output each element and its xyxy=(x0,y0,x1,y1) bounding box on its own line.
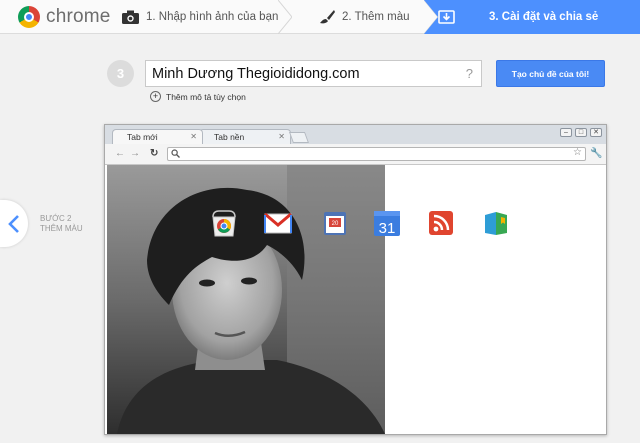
previous-step-label: BƯỚC 2 THÊM MÀU xyxy=(40,214,83,234)
books-icon xyxy=(485,212,507,235)
gmail-icon xyxy=(264,212,292,234)
preview-omnibox: ☆ xyxy=(167,147,586,161)
portrait-photo xyxy=(107,165,385,434)
new-tab-icon xyxy=(288,132,310,143)
install-icon xyxy=(438,10,455,24)
chrome-logo: chrome xyxy=(18,3,111,31)
google-calendar-icon: 31 xyxy=(374,211,400,237)
calendar-day-label: 20 xyxy=(332,221,339,227)
create-theme-button[interactable]: Tạo chủ đề của tôi! xyxy=(496,60,605,87)
chrome-web-store-icon xyxy=(212,210,236,237)
preview-apps-row: 20 31 xyxy=(209,208,509,238)
close-icon: ✕ xyxy=(190,132,197,141)
add-description-link[interactable]: + Thêm mô tả tùy chọn xyxy=(150,91,246,102)
reload-icon: ↻ xyxy=(150,148,159,159)
step-2-label: 2. Thêm màu xyxy=(342,11,410,23)
help-icon[interactable]: ? xyxy=(466,66,473,81)
theme-background-photo xyxy=(107,165,385,434)
plus-icon: + xyxy=(150,91,161,102)
minimize-icon: – xyxy=(560,128,572,137)
theme-name-value: Minh Dương Thegioididong.com xyxy=(152,65,360,82)
calendar-icon: 20 xyxy=(324,212,346,235)
gcal-day-label: 31 xyxy=(379,220,396,237)
theme-preview: Tab nền ✕ Tab mới ✕ – □ ✕ ← → ↻ ☆ 🔧 20 3… xyxy=(104,124,607,435)
star-icon: ☆ xyxy=(573,147,582,158)
preview-tab-label: Tab nền xyxy=(214,132,245,142)
chevron-left-icon xyxy=(8,214,19,233)
add-description-label: Thêm mô tả tùy chọn xyxy=(166,91,246,102)
close-icon: ✕ xyxy=(278,132,285,141)
step-3-label: 3. Cài đặt và chia sẻ xyxy=(489,11,599,23)
previous-step-name: THÊM MÀU xyxy=(40,224,83,233)
step-separator xyxy=(278,0,292,34)
preview-tab-label: Tab mới xyxy=(127,132,158,142)
step-number-badge: 3 xyxy=(107,60,134,87)
preview-tab-active: Tab mới ✕ xyxy=(112,129,203,144)
rss-icon xyxy=(429,211,453,235)
close-window-icon: ✕ xyxy=(590,128,602,137)
step-3-install-share[interactable]: 3. Cài đặt và chia sẻ xyxy=(424,0,640,34)
step-1-import-image[interactable]: 1. Nhập hình ảnh của bạn xyxy=(122,0,278,34)
back-arrow-icon: ← xyxy=(115,148,125,159)
step-header: chrome 1. Nhập hình ảnh của bạn 2. Thêm … xyxy=(0,0,640,34)
theme-name-input[interactable]: Minh Dương Thegioididong.com ? xyxy=(145,60,482,87)
search-icon xyxy=(171,149,180,158)
previous-step-button[interactable] xyxy=(0,200,28,247)
logo-text: chrome xyxy=(46,6,111,27)
preview-toolbar: ← → ↻ ☆ 🔧 xyxy=(105,144,606,165)
step-2-add-color[interactable]: 2. Thêm màu xyxy=(318,0,410,34)
wrench-icon: 🔧 xyxy=(590,148,603,159)
forward-arrow-icon: → xyxy=(130,148,140,159)
preview-tabstrip: Tab nền ✕ Tab mới ✕ – □ ✕ xyxy=(105,125,606,144)
previous-step-number: BƯỚC 2 xyxy=(40,214,72,223)
preview-new-tab-page: 20 31 xyxy=(105,165,606,434)
step-1-label: 1. Nhập hình ảnh của bạn xyxy=(146,11,279,23)
paintbrush-icon xyxy=(320,10,335,24)
preview-tab-background: Tab nền ✕ xyxy=(199,129,291,144)
camera-icon xyxy=(122,10,139,24)
maximize-icon: □ xyxy=(575,128,587,137)
chrome-logo-icon xyxy=(18,6,40,28)
